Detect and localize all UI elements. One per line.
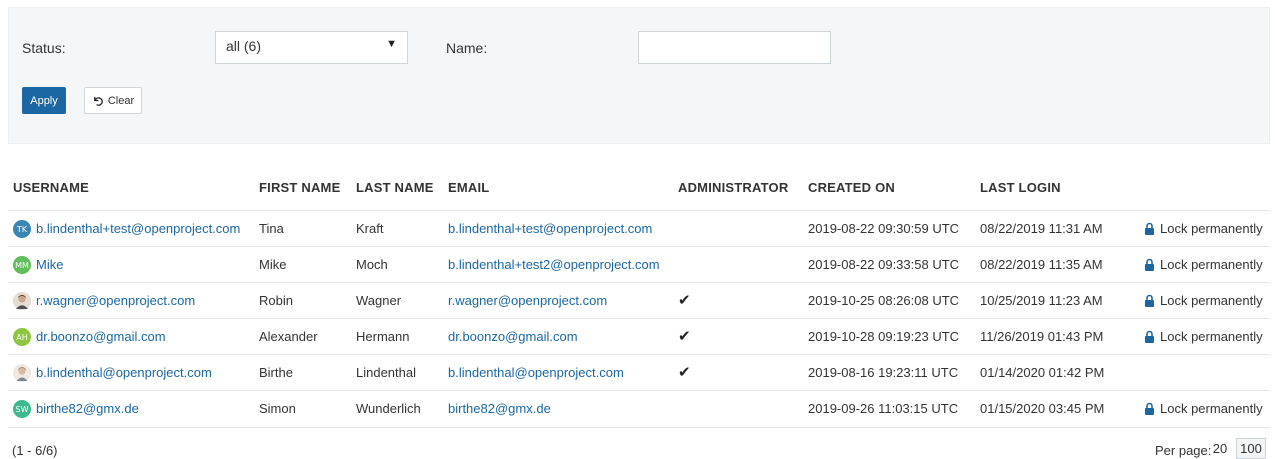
first-name: Robin bbox=[259, 293, 293, 308]
row-divider bbox=[8, 427, 1270, 428]
last-name: Wunderlich bbox=[356, 401, 421, 416]
first-name: Simon bbox=[259, 401, 296, 416]
username-link[interactable]: birthe82@gmx.de bbox=[36, 401, 139, 416]
email-link[interactable]: birthe82@gmx.de bbox=[448, 401, 551, 416]
lock-icon bbox=[1145, 258, 1154, 271]
lock-permanently-label: Lock permanently bbox=[1160, 329, 1263, 344]
first-name: Birthe bbox=[259, 365, 293, 380]
clear-button[interactable]: Clear bbox=[84, 87, 142, 114]
first-name: Alexander bbox=[259, 329, 318, 344]
first-name: Tina bbox=[259, 221, 284, 236]
column-header-last-login[interactable]: LAST LOGIN bbox=[980, 180, 1061, 195]
email-link[interactable]: b.lindenthal+test@openproject.com bbox=[448, 221, 652, 236]
checkmark-icon: ✔ bbox=[678, 364, 691, 381]
created-on: 2019-08-16 19:23:11 UTC bbox=[808, 365, 959, 380]
avatar: AH bbox=[13, 328, 31, 346]
undo-icon bbox=[93, 96, 103, 106]
username-link[interactable]: dr.boonzo@gmail.com bbox=[36, 329, 166, 344]
lock-permanently-label: Lock permanently bbox=[1160, 257, 1263, 272]
column-header-administrator[interactable]: ADMINISTRATOR bbox=[678, 180, 788, 195]
lock-permanently-label: Lock permanently bbox=[1160, 221, 1263, 236]
created-on: 2019-10-25 08:26:08 UTC bbox=[808, 293, 960, 308]
email-link[interactable]: r.wagner@openproject.com bbox=[448, 293, 607, 308]
lock-permanently-label: Lock permanently bbox=[1160, 293, 1263, 308]
lock-permanently-link[interactable]: Lock permanently bbox=[1144, 221, 1263, 236]
username-link[interactable]: b.lindenthal+test@openproject.com bbox=[36, 221, 240, 236]
last-login: 01/15/2020 03:45 PM bbox=[980, 401, 1105, 416]
created-on: 2019-08-22 09:33:58 UTC bbox=[808, 257, 960, 272]
apply-button-label: Apply bbox=[30, 94, 58, 107]
filter-panel bbox=[8, 7, 1270, 144]
last-name: Wagner bbox=[356, 293, 402, 308]
username-link[interactable]: r.wagner@openproject.com bbox=[36, 293, 195, 308]
email-link[interactable]: dr.boonzo@gmail.com bbox=[448, 329, 578, 344]
username-link[interactable]: Mike bbox=[36, 257, 63, 272]
last-name: Moch bbox=[356, 257, 388, 272]
last-login: 08/22/2019 11:31 AM bbox=[980, 221, 1103, 236]
status-label: Status: bbox=[22, 40, 66, 56]
row-divider bbox=[8, 246, 1270, 247]
name-label: Name: bbox=[446, 40, 488, 56]
person-photo-icon bbox=[13, 292, 31, 310]
row-divider bbox=[8, 318, 1270, 319]
email-link[interactable]: b.lindenthal+test2@openproject.com bbox=[448, 257, 660, 272]
avatar: TK bbox=[13, 220, 31, 238]
column-header-first-name[interactable]: FIRST NAME bbox=[259, 180, 340, 195]
apply-button[interactable]: Apply bbox=[22, 87, 66, 114]
email-link[interactable]: b.lindenthal@openproject.com bbox=[448, 365, 624, 380]
name-input[interactable] bbox=[638, 31, 831, 64]
row-divider bbox=[8, 354, 1270, 355]
lock-icon bbox=[1145, 222, 1154, 235]
first-name: Mike bbox=[259, 257, 287, 272]
lock-icon bbox=[1145, 330, 1154, 343]
created-on: 2019-09-26 11:03:15 UTC bbox=[808, 401, 959, 416]
checkmark-icon: ✔ bbox=[678, 292, 691, 309]
lock-icon bbox=[1145, 402, 1154, 415]
last-login: 10/25/2019 11:23 AM bbox=[980, 293, 1103, 308]
person-photo-icon bbox=[13, 364, 31, 382]
row-divider bbox=[8, 390, 1270, 391]
per-page-option-100[interactable]: 100 bbox=[1236, 438, 1266, 459]
lock-permanently-link[interactable]: Lock permanently bbox=[1144, 329, 1263, 344]
per-page-option-20[interactable]: 20 bbox=[1209, 438, 1231, 459]
caret-down-icon: ▼ bbox=[386, 38, 397, 50]
avatar-photo bbox=[13, 364, 31, 382]
last-name: Hermann bbox=[356, 329, 410, 344]
avatar: SW bbox=[13, 400, 31, 418]
status-select-value: all (6) bbox=[226, 38, 262, 54]
clear-button-label: Clear bbox=[107, 94, 135, 107]
per-page-label: Per page: bbox=[1155, 443, 1212, 458]
last-login: 01/14/2020 01:42 PM bbox=[980, 365, 1105, 380]
status-select[interactable]: all (6) ▼ bbox=[215, 31, 408, 64]
column-header-email[interactable]: EMAIL bbox=[448, 180, 489, 195]
row-divider bbox=[8, 282, 1270, 283]
created-on: 2019-10-28 09:19:23 UTC bbox=[808, 329, 960, 344]
last-login: 11/26/2019 01:43 PM bbox=[980, 329, 1104, 344]
column-header-last-name[interactable]: LAST NAME bbox=[356, 180, 434, 195]
avatar: MM bbox=[13, 256, 31, 274]
lock-permanently-label: Lock permanently bbox=[1160, 401, 1263, 416]
checkmark-icon: ✔ bbox=[678, 328, 691, 345]
lock-permanently-link[interactable]: Lock permanently bbox=[1144, 401, 1263, 416]
column-header-created-on[interactable]: CREATED ON bbox=[808, 180, 895, 195]
lock-permanently-link[interactable]: Lock permanently bbox=[1144, 293, 1263, 308]
lock-icon bbox=[1145, 294, 1154, 307]
pagination-range: (1 - 6/6) bbox=[12, 443, 58, 458]
header-divider bbox=[8, 210, 1270, 211]
last-name: Kraft bbox=[356, 221, 384, 236]
last-login: 08/22/2019 11:35 AM bbox=[980, 257, 1103, 272]
created-on: 2019-08-22 09:30:59 UTC bbox=[808, 221, 960, 236]
avatar-photo bbox=[13, 292, 31, 310]
column-header-username[interactable]: USERNAME bbox=[13, 180, 89, 195]
username-link[interactable]: b.lindenthal@openproject.com bbox=[36, 365, 212, 380]
lock-permanently-link[interactable]: Lock permanently bbox=[1144, 257, 1263, 272]
last-name: Lindenthal bbox=[356, 365, 416, 380]
